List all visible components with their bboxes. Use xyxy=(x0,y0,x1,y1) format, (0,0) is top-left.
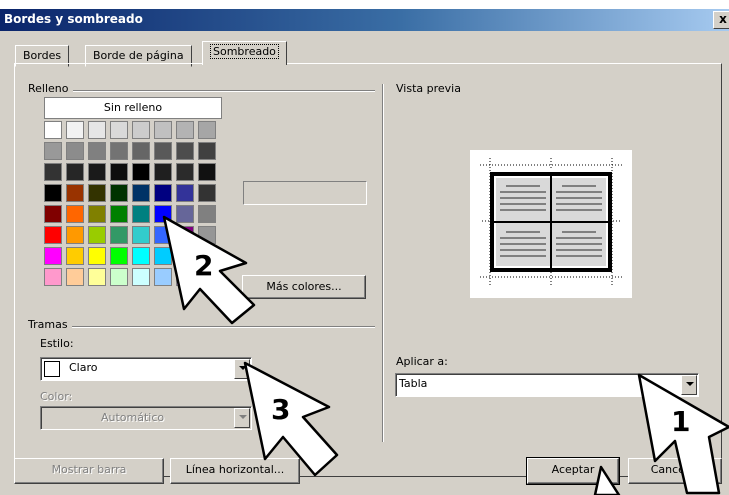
color-swatch[interactable] xyxy=(88,184,106,202)
color-swatch[interactable] xyxy=(176,142,194,160)
arrow-2-number: 2 xyxy=(194,249,213,282)
color-swatch[interactable] xyxy=(132,184,150,202)
arrow-3-number: 3 xyxy=(271,393,290,426)
color-swatch[interactable] xyxy=(110,163,128,181)
tab-sombreado[interactable]: Sombreado xyxy=(202,41,287,65)
color-swatch[interactable] xyxy=(110,268,128,286)
color-swatch[interactable] xyxy=(88,142,106,160)
color-swatch[interactable] xyxy=(132,268,150,286)
color-swatch[interactable] xyxy=(132,247,150,265)
color-swatch[interactable] xyxy=(110,184,128,202)
color-swatch[interactable] xyxy=(88,205,106,223)
color-swatch[interactable] xyxy=(154,184,172,202)
color-swatch[interactable] xyxy=(198,163,216,181)
color-swatch[interactable] xyxy=(88,247,106,265)
show-toolbar-label: Mostrar barra xyxy=(51,463,127,476)
color-swatch[interactable] xyxy=(154,121,172,139)
show-toolbar-button[interactable]: Mostrar barra xyxy=(14,458,164,484)
color-swatch[interactable] xyxy=(198,121,216,139)
color-swatch[interactable] xyxy=(66,121,84,139)
color-swatch[interactable] xyxy=(66,142,84,160)
arrow-2-pointer: 2 xyxy=(162,215,256,325)
no-fill-option[interactable]: Sin relleno xyxy=(44,97,222,119)
color-swatch[interactable] xyxy=(132,205,150,223)
color-swatch[interactable] xyxy=(66,205,84,223)
tramas-label: Tramas xyxy=(28,318,72,331)
style-value: Claro xyxy=(69,361,98,374)
title-bar[interactable]: Bordes y sombreado x xyxy=(0,9,729,31)
color-swatch[interactable] xyxy=(110,205,128,223)
color-swatch[interactable] xyxy=(44,184,62,202)
color-swatch[interactable] xyxy=(132,226,150,244)
color-swatch[interactable] xyxy=(132,142,150,160)
color-swatch[interactable] xyxy=(44,142,62,160)
color-swatch[interactable] xyxy=(66,268,84,286)
color-swatch[interactable] xyxy=(44,205,62,223)
apply-to-label: Aplicar a: xyxy=(396,355,448,368)
color-swatch[interactable] xyxy=(88,226,106,244)
color-swatch[interactable] xyxy=(154,142,172,160)
style-swatch xyxy=(44,361,60,377)
color-swatch[interactable] xyxy=(66,247,84,265)
color-swatch[interactable] xyxy=(44,226,62,244)
color-swatch[interactable] xyxy=(154,163,172,181)
close-button[interactable]: x xyxy=(713,11,729,29)
preview-label: Vista previa xyxy=(396,82,461,95)
arrow-1-pointer: 1 xyxy=(637,373,729,495)
color-swatch[interactable] xyxy=(110,121,128,139)
color-swatch[interactable] xyxy=(44,247,62,265)
color-swatch[interactable] xyxy=(132,163,150,181)
window-title: Bordes y sombreado xyxy=(4,12,143,26)
color-combobox[interactable]: Automático xyxy=(40,406,252,430)
color-swatch[interactable] xyxy=(66,184,84,202)
apply-to-value: Tabla xyxy=(399,377,428,390)
style-label: Estilo: xyxy=(40,337,74,350)
color-label: Color: xyxy=(40,390,73,403)
color-swatch[interactable] xyxy=(88,121,106,139)
tab-sombreado-label: Sombreado xyxy=(210,44,279,59)
color-swatch[interactable] xyxy=(176,121,194,139)
arrow-3-pointer: 3 xyxy=(243,361,339,477)
color-swatch[interactable] xyxy=(66,226,84,244)
color-swatch[interactable] xyxy=(198,184,216,202)
color-swatch[interactable] xyxy=(88,268,106,286)
color-swatch[interactable] xyxy=(44,163,62,181)
color-value: Automático xyxy=(101,411,165,424)
tab-bordes-label: Bordes xyxy=(23,49,62,62)
color-swatch[interactable] xyxy=(66,163,84,181)
color-swatch[interactable] xyxy=(110,247,128,265)
color-swatch[interactable] xyxy=(198,142,216,160)
style-combobox[interactable]: Claro xyxy=(40,357,252,381)
tab-borde-de-pagina-label: Borde de página xyxy=(93,49,184,62)
preview-box xyxy=(470,150,632,298)
color-swatch[interactable] xyxy=(44,268,62,286)
color-swatch[interactable] xyxy=(176,163,194,181)
color-swatch[interactable] xyxy=(44,121,62,139)
color-swatch[interactable] xyxy=(110,226,128,244)
dialog-window: Bordes y sombreado x Bordes Borde de pág… xyxy=(0,0,729,495)
color-swatch[interactable] xyxy=(88,163,106,181)
color-swatch[interactable] xyxy=(132,121,150,139)
table-preview-image xyxy=(480,158,622,285)
selected-color-display xyxy=(243,181,367,205)
color-swatch[interactable] xyxy=(110,142,128,160)
arrow-1-number: 1 xyxy=(671,405,690,438)
relleno-label: Relleno xyxy=(28,82,73,95)
arrow-partial-pointer xyxy=(593,465,621,495)
color-swatch[interactable] xyxy=(176,184,194,202)
